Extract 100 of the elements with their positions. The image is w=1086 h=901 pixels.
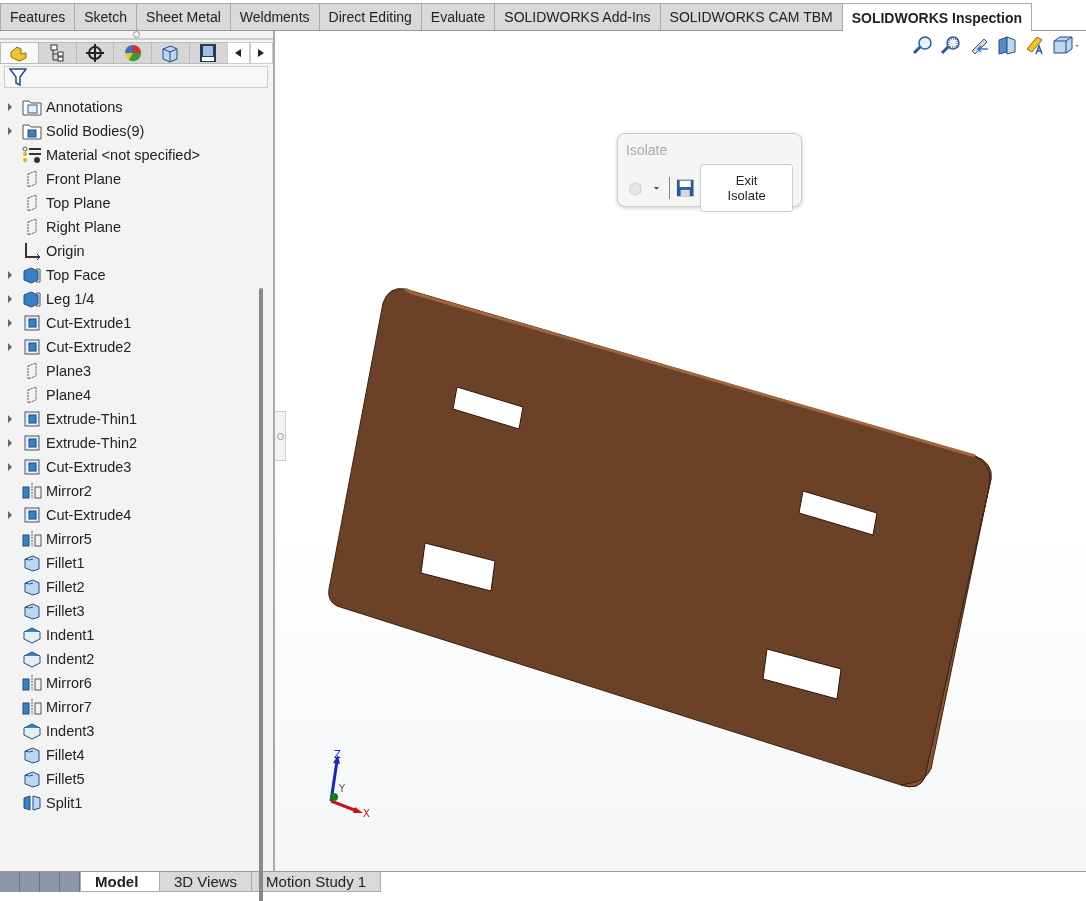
expand-arrow-icon[interactable] (8, 271, 12, 279)
panel-tab[interactable] (37, 42, 77, 64)
fillet-icon (22, 746, 42, 764)
left-arrow-icon (235, 49, 242, 57)
mirror-icon (22, 698, 42, 716)
tree-item[interactable]: Front Plane (0, 167, 259, 191)
tree-item[interactable]: Fillet4 (0, 743, 259, 767)
expand-arrow-icon[interactable] (8, 463, 12, 471)
tree-item-label: Solid Bodies(9) (46, 123, 145, 139)
scroll-right-button[interactable] (249, 42, 274, 64)
cut-extrude-icon (22, 410, 42, 428)
tree-item[interactable]: Plane3 (0, 359, 259, 383)
tree-item[interactable]: Indent1 (0, 623, 259, 647)
tree-item[interactable]: Cut-Extrude2 (0, 335, 259, 359)
scrollbar[interactable] (259, 288, 263, 901)
body-icon (22, 266, 42, 284)
tree-item-label: Fillet4 (46, 747, 85, 763)
tree-item-label: Top Plane (46, 195, 111, 211)
tree-item[interactable]: Fillet3 (0, 599, 259, 623)
panel-tab[interactable] (75, 42, 115, 64)
tree-item[interactable]: Cut-Extrude1 (0, 311, 259, 335)
ribbon-tab[interactable]: Direct Editing (318, 3, 422, 30)
expand-arrow-icon[interactable] (8, 343, 12, 351)
tree-item[interactable]: Fillet2 (0, 575, 259, 599)
panel-tab[interactable] (188, 42, 228, 64)
tree-item[interactable]: Extrude-Thin1 (0, 407, 259, 431)
bottom-tab[interactable]: Model (80, 872, 160, 892)
expand-arrow-icon[interactable] (8, 295, 12, 303)
save-icon[interactable] (675, 178, 695, 198)
panel-collapse-handle[interactable] (275, 411, 286, 461)
tree-item[interactable]: Indent3 (0, 719, 259, 743)
tree-item-label: Fillet2 (46, 579, 85, 595)
tree-item[interactable]: Top Face (0, 263, 259, 287)
tree-item-label: Front Plane (46, 171, 121, 187)
filter-field[interactable] (4, 66, 268, 88)
zoom-area-icon[interactable] (940, 35, 962, 55)
bottom-tab[interactable]: Motion Study 1 (251, 872, 382, 892)
ribbon-tab[interactable]: Sheet Metal (136, 3, 231, 30)
tree-item-label: Mirror6 (46, 675, 92, 691)
cut-extrude-icon (22, 338, 42, 356)
tree-item[interactable]: Cut-Extrude4 (0, 503, 259, 527)
ribbon-tab[interactable]: SOLIDWORKS Add-Ins (494, 3, 661, 30)
tree-item-label: Indent1 (46, 627, 95, 643)
tree-item-label: Mirror5 (46, 531, 92, 547)
ribbon-tab[interactable]: Evaluate (420, 3, 496, 30)
expand-arrow-icon[interactable] (8, 415, 12, 423)
ribbon-tab[interactable]: SOLIDWORKS Inspection (841, 3, 1033, 31)
tree-item[interactable]: Mirror5 (0, 527, 259, 551)
tree-item[interactable]: Mirror7 (0, 695, 259, 719)
property-tree-icon (48, 44, 67, 62)
cut-extrude-icon (22, 458, 42, 476)
expand-arrow-icon[interactable] (8, 511, 12, 519)
tree-item[interactable]: Extrude-Thin2 (0, 431, 259, 455)
ribbon-tab[interactable]: Weldments (229, 3, 320, 30)
tree-item-label: Right Plane (46, 219, 121, 235)
exit-isolate-button[interactable]: Exit Isolate (700, 164, 793, 212)
display-style-icon[interactable] (1024, 35, 1046, 55)
tree-item[interactable]: Split1 (0, 791, 259, 815)
tree-item-label: Indent3 (46, 723, 95, 739)
tree-item-label: Fillet1 (46, 555, 85, 571)
expand-arrow-icon[interactable] (8, 103, 12, 111)
section-view-icon[interactable] (996, 35, 1018, 55)
indent-icon (22, 650, 42, 668)
popup-title: Isolate (626, 142, 669, 158)
expand-arrow-icon[interactable] (8, 439, 12, 447)
expand-arrow-icon[interactable] (8, 127, 12, 135)
scroll-left-button[interactable] (226, 42, 250, 64)
tree-item[interactable]: Plane4 (0, 383, 259, 407)
expand-arrow-icon[interactable] (8, 319, 12, 327)
tree-item[interactable]: Mirror2 (0, 479, 259, 503)
tree-item-label: Mirror7 (46, 699, 92, 715)
filter-icon (9, 67, 27, 87)
tree-item[interactable]: Cut-Extrude3 (0, 455, 259, 479)
zoom-to-fit-icon[interactable] (912, 35, 934, 55)
tree-item[interactable]: Material <not specified> (0, 143, 259, 167)
cam-icon (199, 43, 218, 63)
tree-item-label: Leg 1/4 (46, 291, 95, 307)
bottom-tab[interactable]: 3D Views (159, 872, 253, 892)
tree-item[interactable]: Right Plane (0, 215, 259, 239)
body-icon (22, 290, 42, 308)
tree-item[interactable]: Fillet1 (0, 551, 259, 575)
crosshair-icon (84, 43, 105, 63)
tree-item[interactable]: Mirror6 (0, 671, 259, 695)
tree-item[interactable]: Origin (0, 239, 259, 263)
tree-item[interactable]: Top Plane (0, 191, 259, 215)
ribbon-tab[interactable]: Sketch (74, 3, 138, 30)
ribbon-tab[interactable]: SOLIDWORKS CAM TBM (659, 3, 843, 30)
tree-item-label: Cut-Extrude3 (46, 459, 132, 475)
display-icon (160, 43, 181, 63)
tree-item[interactable]: Annotations (0, 95, 259, 119)
tree-item[interactable]: Solid Bodies(9) (0, 119, 259, 143)
right-arrow-icon (258, 49, 265, 57)
view-orientation-icon[interactable] (1052, 35, 1080, 55)
tree-item-label: Extrude-Thin1 (46, 411, 138, 427)
fillet-icon (22, 578, 42, 596)
tree-item[interactable]: Indent2 (0, 647, 259, 671)
tree-item[interactable]: Leg 1/4 (0, 287, 259, 311)
fillet-icon (22, 770, 42, 788)
ribbon-tab[interactable]: Features (0, 3, 76, 30)
tree-item[interactable]: Fillet5 (0, 767, 259, 791)
